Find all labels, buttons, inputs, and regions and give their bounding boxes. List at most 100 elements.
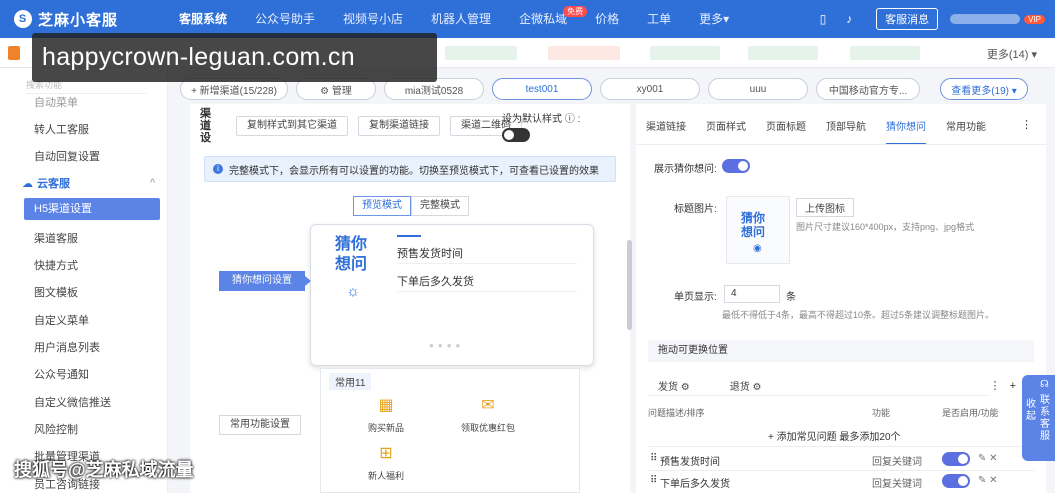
row-enable-switch[interactable] — [942, 452, 970, 466]
tag-return[interactable]: 退货 ⚙ — [720, 378, 762, 393]
sidebar-item-channel-kefu[interactable]: 渠道客服 — [34, 230, 78, 246]
sidebar-item-wx-push[interactable]: 自定义微信推送 — [34, 394, 111, 410]
sidebar-group-cloud[interactable]: ☁ 云客服 ^ — [22, 175, 155, 191]
sidebar-item-auto-reply[interactable]: 自动回复设置 — [34, 148, 100, 164]
channel-pill[interactable]: xy001 — [600, 78, 700, 100]
more-vertical-icon[interactable]: ⋮ — [1021, 118, 1032, 131]
help-icon[interactable]: ⓘ : — [565, 114, 581, 125]
full-mode-button[interactable]: 完整模式 — [411, 196, 469, 216]
drag-handle-icon[interactable]: ⠿ — [650, 475, 657, 486]
upload-hint: 图片尺寸建议160*400px，支持png、jpg格式 — [796, 222, 975, 232]
preview-mode-button[interactable]: 预览模式 — [353, 196, 411, 216]
contact-label[interactable]: 联系客服 — [1040, 395, 1050, 443]
app-name: 芝麻小客服 — [38, 11, 119, 29]
gear-icon[interactable]: ⚙ — [753, 382, 762, 393]
sidebar-item-custom-menu[interactable]: 自定义菜单 — [34, 312, 89, 328]
sidebar-item-transfer[interactable]: 转人工客服 — [34, 121, 89, 137]
gear-icon[interactable]: ⚙ — [681, 382, 690, 393]
divider — [397, 291, 577, 292]
sidebar: 搜索功能 自动菜单 转人工客服 自动回复设置 ☁ 云客服 ^ H5渠道设置 渠道… — [0, 68, 168, 493]
tab-blurred[interactable] — [445, 46, 517, 60]
header-function: 功能 — [872, 408, 891, 418]
title-image-preview[interactable]: 猜你想问 ◉ — [726, 196, 790, 264]
tab-common[interactable]: 常用功能 — [946, 118, 986, 133]
edit-icon[interactable]: ✎ — [978, 453, 986, 464]
chevron-up-icon: ^ — [150, 177, 156, 189]
channel-pill[interactable]: uuu — [708, 78, 808, 100]
nav-ticket[interactable]: 工单 — [633, 0, 685, 38]
user-name[interactable] — [950, 14, 1021, 24]
bell-icon[interactable]: ♪ — [842, 12, 856, 26]
vertical-title: 渠道设 — [200, 108, 211, 144]
more-tabs-button[interactable]: 更多(14) ▾ — [987, 46, 1037, 62]
tab-guess[interactable]: 猜你想问 — [886, 118, 926, 145]
close-icon[interactable]: ✕ — [989, 475, 997, 486]
view-more-channels[interactable]: 查看更多(19) ▾ — [940, 78, 1028, 100]
per-page-input[interactable]: 4 — [724, 285, 780, 303]
headset-icon: ☊ — [1040, 379, 1049, 390]
function-coupon[interactable]: ✉ 领取优惠红包 — [453, 395, 523, 434]
logo-icon: S — [14, 10, 32, 28]
row-operations: ✎ ✕ — [978, 475, 998, 486]
common-setting-tag[interactable]: 常用功能设置 — [219, 415, 301, 435]
phone-icon[interactable]: ▯ — [816, 12, 830, 26]
sidebar-item-auto-menu[interactable]: 自动菜单 — [34, 94, 78, 110]
guess-preview-card[interactable]: 猜你想问 ☼ 预售发货时间 下单后多久发货 ●●●● — [310, 224, 594, 366]
question-item[interactable]: 下单后多久发货 — [397, 273, 474, 289]
info-icon: i — [213, 164, 223, 174]
default-style-switch[interactable] — [502, 128, 530, 142]
sidebar-item-shortcut[interactable]: 快捷方式 — [34, 257, 78, 273]
question-item[interactable]: 预售发货时间 — [397, 245, 463, 261]
sidebar-item-risk[interactable]: 风险控制 — [34, 421, 78, 437]
cloud-icon: ☁ — [22, 177, 33, 190]
sidebar-group-label: 云客服 — [37, 178, 70, 190]
nav-more[interactable]: 更多▾ — [685, 0, 743, 38]
tab-page-style[interactable]: 页面样式 — [706, 118, 746, 133]
tag-shipping[interactable]: 发货 ⚙ — [648, 378, 690, 393]
upload-icon-button[interactable]: 上传图标 — [796, 198, 854, 217]
tab-blurred[interactable] — [748, 46, 818, 60]
show-guess-switch[interactable] — [722, 159, 750, 173]
app-logo[interactable]: S 芝麻小客服 — [0, 9, 165, 30]
center-scrollbar[interactable] — [627, 240, 632, 330]
tab-top-nav[interactable]: 顶部导航 — [826, 118, 866, 133]
copy-link-button[interactable]: 复制渠道链接 — [358, 116, 440, 136]
tag-label: 退货 — [729, 382, 750, 393]
drag-handle-icon[interactable]: ⠿ — [650, 453, 657, 464]
function-buy-new[interactable]: ▦ 购买新品 — [351, 395, 421, 434]
function-newbie[interactable]: ⊞ 新人福利 — [351, 443, 421, 482]
collapse-label[interactable]: 收起 — [1026, 399, 1036, 423]
edit-icon[interactable]: ✎ — [978, 475, 986, 486]
tab-page-title[interactable]: 页面标题 — [766, 118, 806, 133]
per-page-unit: 条 — [786, 292, 796, 303]
tab-blurred[interactable] — [548, 46, 620, 60]
show-guess-label: 展示猜你想问: — [654, 164, 717, 175]
more-vertical-icon[interactable]: ⋮ — [990, 380, 1001, 392]
nav-qiwei[interactable]: 企微私域 免费 — [505, 0, 588, 38]
divider — [648, 446, 1034, 447]
channel-pill[interactable]: test001 — [492, 78, 592, 100]
tab-channel-link[interactable]: 渠道链接 — [646, 118, 686, 133]
plus-icon[interactable]: + — [1010, 380, 1016, 392]
close-icon[interactable]: ✕ — [989, 453, 997, 464]
add-question-button[interactable]: + 添加常见问题 最多添加20个 — [768, 428, 901, 443]
sidebar-item-template[interactable]: 图文模板 — [34, 284, 78, 300]
row-enable-switch[interactable] — [942, 474, 970, 488]
top-right-tools: ▯ ♪ 客服消息 VIP — [810, 0, 1045, 38]
sidebar-item-messages[interactable]: 用户消息列表 — [34, 339, 100, 355]
title-image-label: 标题图片: — [674, 204, 717, 215]
copy-style-button[interactable]: 复制样式到其它渠道 — [236, 116, 348, 136]
envelope-icon: ✉ — [481, 397, 495, 414]
sidebar-item-notice[interactable]: 公众号通知 — [34, 366, 89, 382]
sidebar-item-h5[interactable]: H5渠道设置 — [24, 198, 160, 220]
common-functions-title: 常用11 — [329, 373, 372, 390]
channel-pill[interactable]: 中国移动官方专... — [816, 78, 920, 100]
contact-service-float[interactable]: ☊ 收起 联系客服 — [1022, 375, 1055, 461]
guess-title: 猜你想问 — [335, 236, 368, 273]
nav-price[interactable]: 价格 — [581, 0, 633, 38]
tab-blurred[interactable] — [850, 46, 920, 60]
guess-setting-tag[interactable]: 猜你想问设置 — [219, 271, 311, 291]
tab-blurred[interactable] — [650, 46, 720, 60]
kefu-message-button[interactable]: 客服消息 — [876, 8, 939, 30]
divider — [636, 144, 1046, 145]
